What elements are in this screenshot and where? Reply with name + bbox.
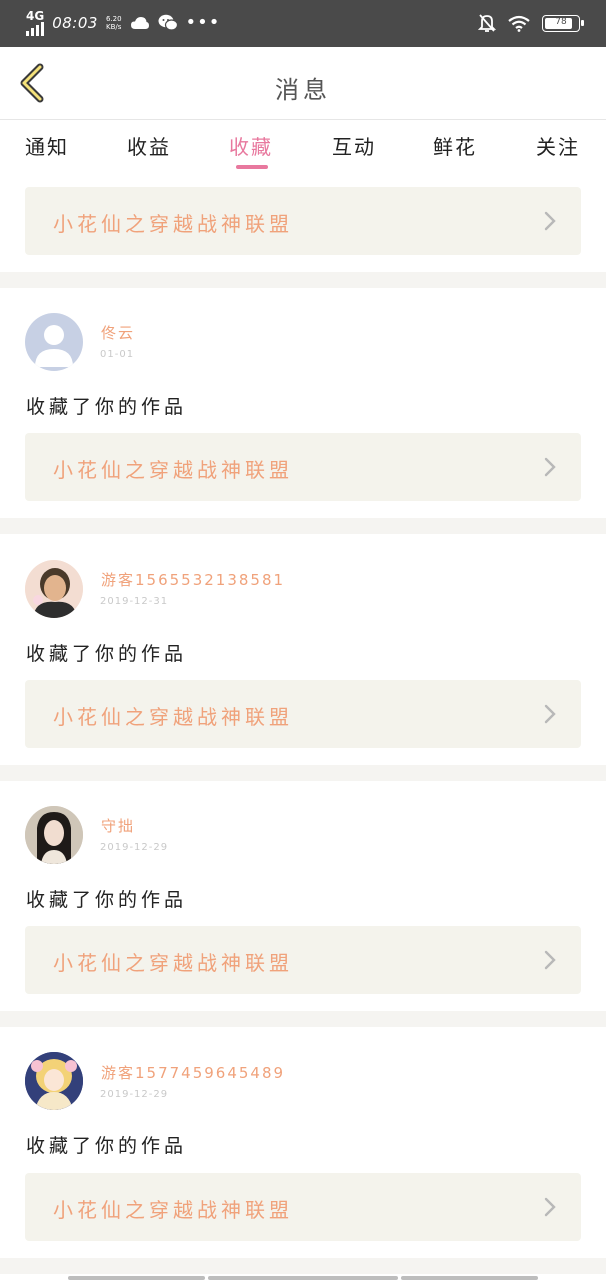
work-card[interactable]: 小花仙之穿越战神联盟 bbox=[25, 680, 581, 748]
chevron-right-icon bbox=[544, 211, 556, 231]
work-title: 小花仙之穿越战神联盟 bbox=[53, 458, 293, 482]
bell-muted-icon bbox=[478, 14, 496, 32]
nav-hint-bar bbox=[208, 1276, 398, 1280]
avatar[interactable] bbox=[25, 560, 83, 618]
app-header: 消息 bbox=[0, 47, 606, 120]
nav-hint-bar bbox=[68, 1276, 205, 1280]
work-card[interactable]: 小花仙之穿越战神联盟 bbox=[25, 187, 581, 255]
signal-icon bbox=[26, 22, 44, 36]
nav-hint-bar bbox=[401, 1276, 538, 1280]
section-divider bbox=[0, 1258, 606, 1274]
chevron-right-icon bbox=[544, 950, 556, 970]
timestamp: 01-01 bbox=[100, 349, 135, 360]
more-notifications-icon: ••• bbox=[185, 12, 221, 33]
action-text: 收藏了你的作品 bbox=[26, 889, 188, 911]
status-bar: 4G 08:03 6.20 KB/s ••• 78 bbox=[0, 0, 606, 47]
work-title: 小花仙之穿越战神联盟 bbox=[53, 705, 293, 729]
section-divider bbox=[0, 765, 606, 781]
username[interactable]: 佟云 bbox=[101, 322, 135, 343]
avatar[interactable] bbox=[25, 313, 83, 371]
work-title: 小花仙之穿越战神联盟 bbox=[53, 212, 293, 236]
battery-icon: 78 bbox=[542, 14, 584, 32]
tab-flowers[interactable]: 鲜花 bbox=[433, 131, 477, 160]
status-right: 78 bbox=[478, 11, 584, 35]
active-tab-indicator bbox=[236, 165, 268, 169]
section-divider bbox=[0, 272, 606, 288]
work-card[interactable]: 小花仙之穿越战神联盟 bbox=[25, 433, 581, 501]
username[interactable]: 游客1565532138581 bbox=[101, 569, 285, 590]
girl-avatar-icon bbox=[25, 806, 83, 864]
speed-value: 6.20 bbox=[105, 15, 122, 23]
timestamp: 2019-12-29 bbox=[100, 1089, 169, 1100]
tab-earnings[interactable]: 收益 bbox=[127, 131, 171, 160]
network-speed: 6.20 KB/s bbox=[106, 15, 122, 31]
action-text: 收藏了你的作品 bbox=[26, 643, 188, 665]
tab-following[interactable]: 关注 bbox=[536, 131, 580, 160]
network-type: 4G bbox=[26, 9, 45, 23]
work-card[interactable]: 小花仙之穿越战神联盟 bbox=[25, 1173, 581, 1241]
chevron-right-icon bbox=[544, 1197, 556, 1217]
work-title: 小花仙之穿越战神联盟 bbox=[53, 951, 293, 975]
tab-bar: 通知 收益 收藏 互动 鲜花 关注 bbox=[0, 121, 606, 171]
default-avatar-icon bbox=[35, 325, 73, 367]
avatar[interactable] bbox=[25, 1052, 83, 1110]
wifi-icon bbox=[508, 15, 530, 32]
network-indicator: 4G bbox=[26, 10, 44, 36]
avatar[interactable] bbox=[25, 806, 83, 864]
timestamp: 2019-12-31 bbox=[100, 596, 169, 607]
tab-interactions[interactable]: 互动 bbox=[332, 131, 376, 160]
page-title: 消息 bbox=[275, 76, 331, 104]
speed-unit: KB/s bbox=[106, 23, 122, 31]
battery-level: 78 bbox=[555, 16, 567, 27]
action-text: 收藏了你的作品 bbox=[26, 1135, 188, 1157]
chevron-right-icon bbox=[544, 457, 556, 477]
chevron-right-icon bbox=[544, 704, 556, 724]
section-divider bbox=[0, 518, 606, 534]
clock: 08:03 bbox=[52, 14, 98, 32]
tab-notifications[interactable]: 通知 bbox=[25, 131, 69, 160]
action-text: 收藏了你的作品 bbox=[26, 396, 188, 418]
anime-avatar-icon bbox=[25, 1052, 83, 1110]
wechat-icon bbox=[158, 14, 178, 31]
timestamp: 2019-12-29 bbox=[100, 842, 169, 853]
username[interactable]: 守拙 bbox=[101, 815, 135, 836]
status-left: 4G 08:03 6.20 KB/s ••• bbox=[26, 10, 220, 36]
photo-avatar-icon bbox=[25, 560, 83, 618]
work-card[interactable]: 小花仙之穿越战神联盟 bbox=[25, 926, 581, 994]
section-divider bbox=[0, 1011, 606, 1027]
tab-favorites[interactable]: 收藏 bbox=[229, 131, 273, 160]
work-title: 小花仙之穿越战神联盟 bbox=[53, 1198, 293, 1222]
username[interactable]: 游客1577459645489 bbox=[101, 1062, 285, 1083]
cloud-icon bbox=[130, 17, 149, 29]
